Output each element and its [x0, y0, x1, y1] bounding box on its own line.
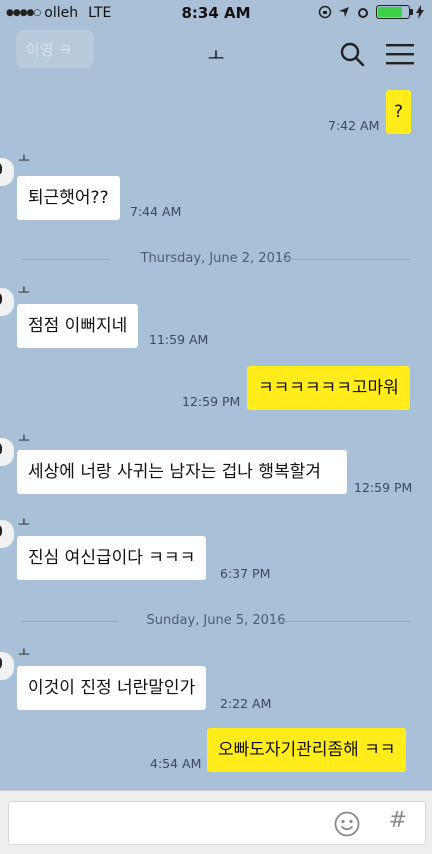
message-bubble-incoming[interactable]: 이것이 진정 너란말인가 [17, 666, 207, 710]
status-bar: ●●●●○ olleh LTE 8:34 AM [0, 0, 432, 28]
message-time: 6:37 PM [220, 566, 271, 581]
alarm-icon [358, 8, 368, 18]
avatar[interactable] [0, 158, 14, 186]
message-bubble-incoming[interactable]: 진심 여신급이다 ㅋㅋㅋ [17, 536, 207, 580]
message-bubble-outgoing[interactable]: 오빠도자기관리좀해 ㅋㅋ [207, 728, 407, 772]
sender-name: ㅗ [18, 516, 30, 531]
input-bar: # [0, 790, 432, 854]
message-time: 4:54 AM [150, 756, 202, 771]
message-list[interactable]: ? 7:42 AM ㅗ 퇴근햇어?? 7:44 AM Thursday, Jun… [0, 80, 432, 790]
emoji-icon [334, 811, 360, 837]
menu-button[interactable] [384, 38, 416, 70]
avatar[interactable] [0, 520, 14, 548]
message-time: 12:59 PM [182, 394, 241, 409]
location-arrow-icon [339, 7, 349, 17]
sender-name: ㅗ [18, 284, 30, 299]
message-bubble-incoming[interactable]: 세상에 너랑 사귀는 남자는 겁나 행복할겨 [17, 450, 347, 494]
date-separator: Sunday, June 5, 2016 [0, 612, 432, 630]
hash-button[interactable]: # [389, 808, 407, 833]
status-right [318, 5, 424, 19]
message-bubble-incoming[interactable]: 점점 이뻐지네 [17, 304, 139, 348]
message-bubble-outgoing[interactable]: ? [386, 90, 412, 134]
avatar[interactable] [0, 652, 14, 680]
message-bubble-incoming[interactable]: 퇴근햇어?? [17, 176, 120, 220]
sender-name: ㅗ [18, 152, 30, 167]
message-time: 2:22 AM [220, 696, 272, 711]
rotation-lock-icon [318, 5, 332, 19]
message-time: 7:44 AM [130, 204, 182, 219]
battery-icon [376, 5, 413, 19]
message-input[interactable]: # [8, 801, 426, 845]
sender-name: ㅗ [18, 646, 30, 661]
date-separator: Thursday, June 2, 2016 [0, 250, 432, 268]
search-button[interactable] [336, 38, 368, 70]
menu-icon [386, 44, 414, 65]
message-time: 7:42 AM [328, 118, 380, 133]
message-time: 11:59 AM [149, 332, 209, 347]
emoji-button[interactable] [333, 810, 361, 838]
message-time: 12:59 PM [354, 480, 413, 495]
chat-header: 이영 ㅋ ㅗ [0, 28, 432, 80]
avatar[interactable] [0, 438, 14, 466]
search-icon [340, 42, 365, 67]
battery-fill [378, 7, 402, 17]
avatar[interactable] [0, 288, 14, 316]
separator-line [280, 259, 410, 260]
separator-line [272, 621, 410, 622]
charging-bolt-icon [416, 5, 424, 19]
sender-name: ㅗ [18, 432, 30, 447]
message-bubble-outgoing[interactable]: ㅋㅋㅋㅋㅋㅋ고마워 [247, 366, 410, 410]
